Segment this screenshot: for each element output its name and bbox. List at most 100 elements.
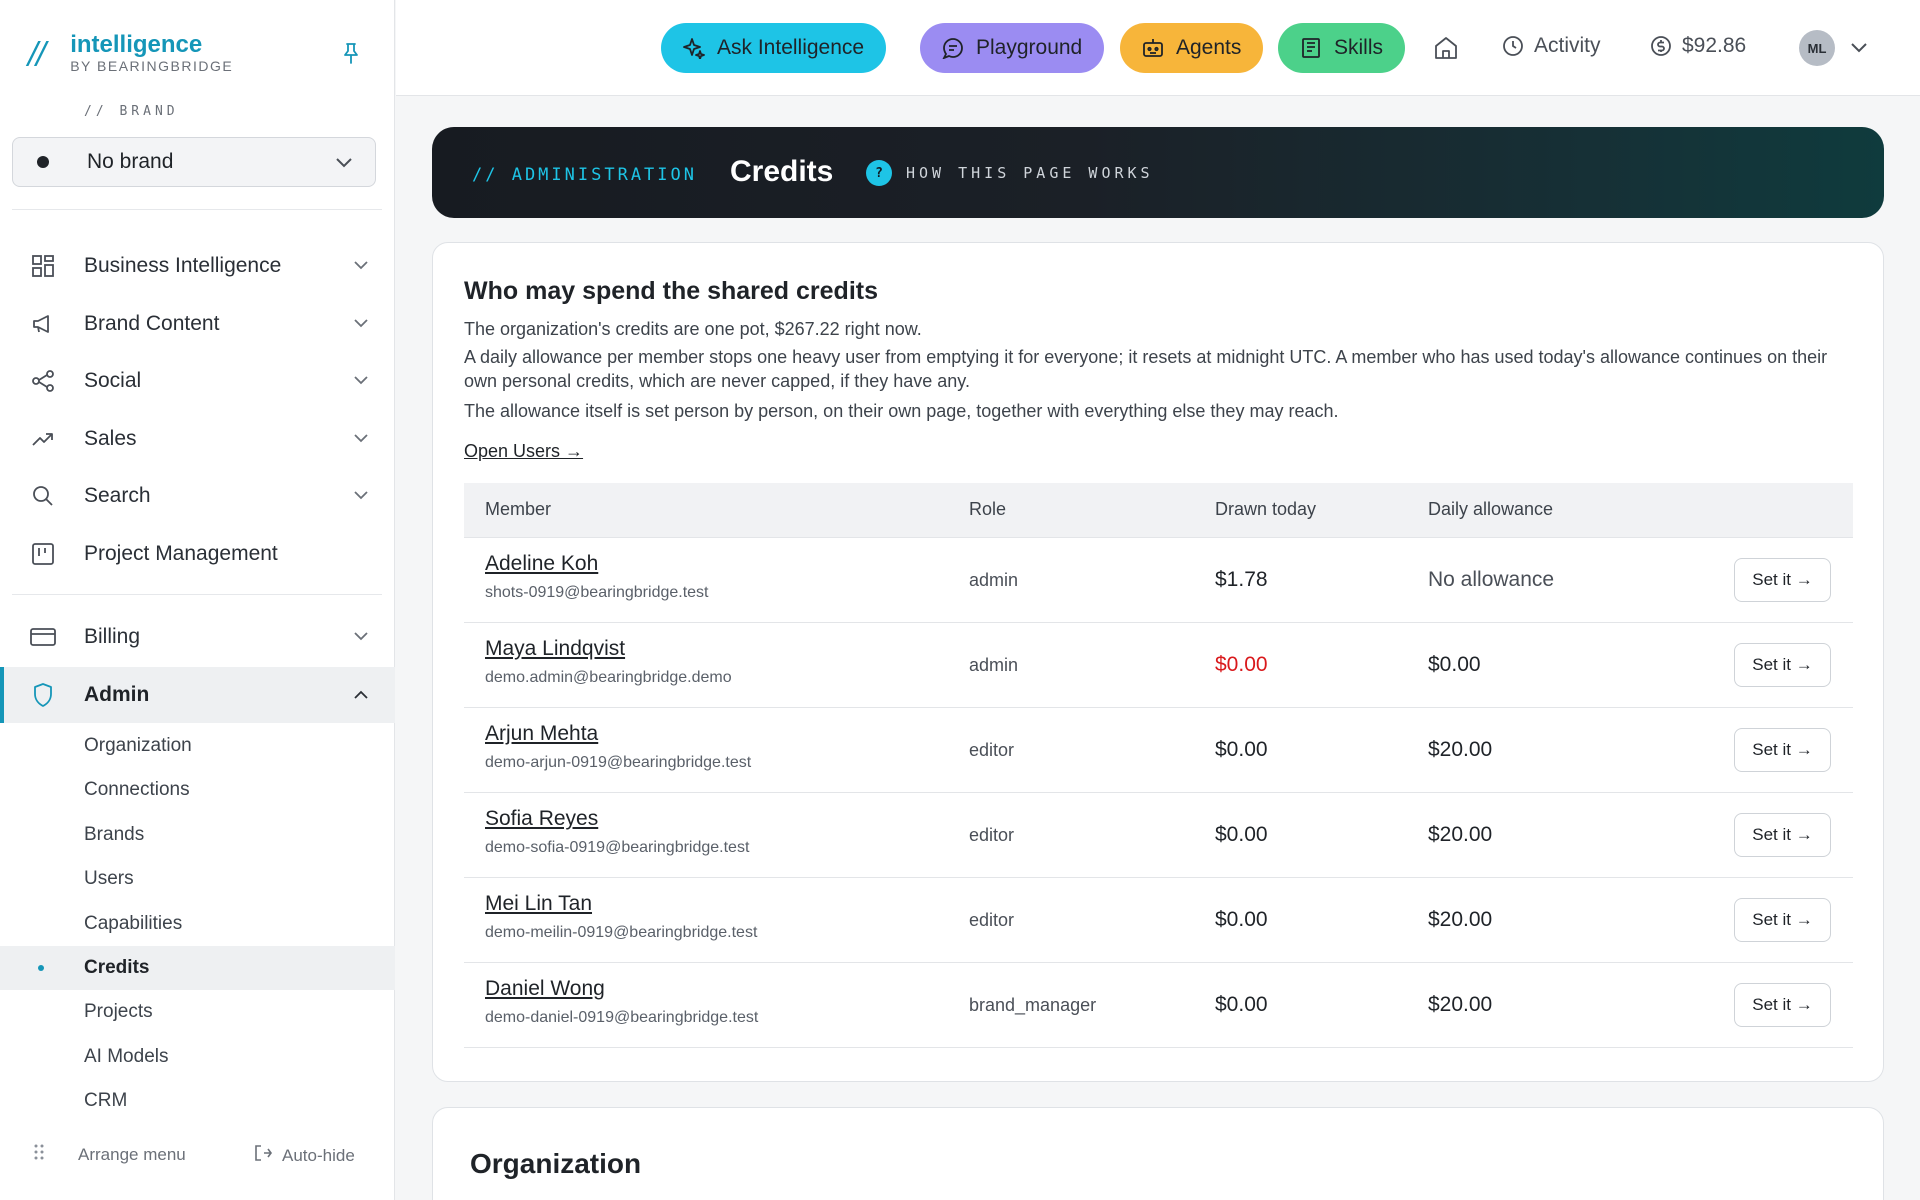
sidebar-item-billing[interactable]: Billing bbox=[0, 609, 395, 665]
set-allowance-button[interactable]: Set it → bbox=[1734, 813, 1831, 857]
kanban-icon bbox=[30, 541, 56, 567]
set-allowance-button[interactable]: Set it → bbox=[1734, 643, 1831, 687]
brand-dot-icon bbox=[37, 156, 49, 168]
daily-allowance-value: $20.00 bbox=[1428, 823, 1493, 846]
daily-allowance-value: $20.00 bbox=[1428, 738, 1493, 761]
card-description: A daily allowance per member stops one h… bbox=[464, 347, 1828, 391]
daily-allowance-value: $0.00 bbox=[1428, 653, 1481, 676]
member-email: demo-meilin-0919@bearingbridge.test bbox=[485, 924, 758, 941]
ask-intelligence-label: Ask Intelligence bbox=[717, 36, 865, 59]
sidebar-item-brand-content[interactable]: Brand Content bbox=[0, 296, 395, 352]
chevron-down-icon bbox=[335, 156, 353, 174]
avatar[interactable]: ML bbox=[1799, 30, 1835, 66]
playground-button[interactable]: Playground bbox=[920, 23, 1105, 73]
sidebar-item-label: Billing bbox=[84, 625, 141, 648]
sidebar-subitem-projects[interactable]: Projects bbox=[0, 990, 395, 1034]
daily-allowance-value: $20.00 bbox=[1428, 993, 1493, 1016]
sidebar-subitem-organization[interactable]: Organization bbox=[0, 724, 395, 768]
sidebar-item-project-management[interactable]: Project Management bbox=[0, 526, 395, 582]
sidebar-subitem-label: Capabilities bbox=[84, 913, 183, 934]
member-name-link[interactable]: Maya Lindqvist bbox=[485, 637, 732, 661]
card-description: The allowance itself is set person by pe… bbox=[464, 401, 1339, 421]
sidebar-item-admin[interactable]: Admin bbox=[0, 667, 395, 723]
sidebar: // intelligence BY BEARINGBRIDGE // BRAN… bbox=[0, 0, 395, 1200]
sidebar-subitem-label: CRM bbox=[84, 1090, 128, 1111]
open-users-link[interactable]: Open Users → bbox=[464, 441, 583, 462]
set-allowance-button[interactable]: Set it → bbox=[1734, 728, 1831, 772]
sidebar-item-label: Project Management bbox=[84, 542, 278, 565]
column-header-member[interactable]: Member bbox=[485, 499, 551, 520]
how-this-page-works-link[interactable]: ? HOW THIS PAGE WORKS bbox=[866, 160, 1154, 186]
arrange-menu-button[interactable]: Arrange menu bbox=[34, 1144, 186, 1165]
sidebar-subitem-label: Users bbox=[84, 868, 134, 889]
member-role: editor bbox=[969, 825, 1015, 845]
pin-icon[interactable] bbox=[342, 42, 362, 66]
member-role: brand_manager bbox=[969, 995, 1097, 1015]
sidebar-item-label: Admin bbox=[84, 683, 150, 706]
agents-label: Agents bbox=[1176, 36, 1242, 59]
sidebar-item-business-intelligence[interactable]: Business Intelligence bbox=[0, 238, 395, 294]
sidebar-subitem-connections[interactable]: Connections bbox=[0, 768, 395, 812]
sidebar-subitem-label: Credits bbox=[84, 957, 150, 978]
arrange-menu-label: Arrange menu bbox=[78, 1144, 186, 1164]
megaphone-icon bbox=[30, 311, 56, 337]
sidebar-subitem-label: Brands bbox=[84, 824, 145, 845]
drawn-today-value: $0.00 bbox=[1215, 993, 1268, 1016]
book-icon bbox=[1302, 38, 1320, 58]
sparkle-icon bbox=[683, 38, 705, 59]
sidebar-subitem-users[interactable]: Users bbox=[0, 857, 395, 901]
ask-intelligence-button[interactable]: Ask Intelligence bbox=[661, 23, 887, 73]
column-header-daily-allowance[interactable]: Daily allowance bbox=[1428, 499, 1553, 520]
table-row: Adeline Koh shots-0919@bearingbridge.test… bbox=[464, 538, 1853, 623]
table-row: Daniel Wong demo-daniel-0919@bearingbridg… bbox=[464, 963, 1853, 1048]
agents-button[interactable]: Agents bbox=[1120, 23, 1264, 73]
brand-select[interactable]: No brand bbox=[12, 137, 376, 187]
logo-mark-icon: // bbox=[28, 36, 46, 71]
page-title: Credits bbox=[730, 155, 834, 188]
sidebar-item-social[interactable]: Social bbox=[0, 353, 395, 409]
activity-link[interactable]: Activity bbox=[1502, 34, 1601, 58]
share-icon bbox=[30, 368, 56, 394]
column-header-drawn-today[interactable]: Drawn today bbox=[1215, 499, 1316, 520]
sidebar-subitem-brands[interactable]: Brands bbox=[0, 813, 395, 857]
member-email: demo-daniel-0919@bearingbridge.test bbox=[485, 1009, 759, 1026]
drawn-today-value: $0.00 bbox=[1215, 653, 1268, 676]
sidebar-item-search[interactable]: Search bbox=[0, 468, 395, 524]
drawn-today-value: $0.00 bbox=[1215, 738, 1268, 761]
table-header: Member Role Drawn today Daily allowance bbox=[464, 483, 1853, 538]
set-allowance-button[interactable]: Set it → bbox=[1734, 558, 1831, 602]
home-icon[interactable] bbox=[1433, 35, 1459, 66]
balance-link[interactable]: $92.86 bbox=[1650, 34, 1746, 58]
member-name-link[interactable]: Mei Lin Tan bbox=[485, 892, 757, 916]
auto-hide-button[interactable]: Auto-hide bbox=[254, 1144, 355, 1167]
sidebar-subitem-ai-models[interactable]: AI Models bbox=[0, 1035, 395, 1079]
member-name-link[interactable]: Adeline Koh bbox=[485, 552, 709, 576]
dollar-circle-icon bbox=[1651, 36, 1671, 56]
sidebar-subitem-label: AI Models bbox=[84, 1046, 169, 1067]
brand-select-value: No brand bbox=[87, 150, 174, 173]
drawn-today-value: $0.00 bbox=[1215, 908, 1268, 931]
sidebar-subitem-crm[interactable]: CRM bbox=[0, 1079, 395, 1123]
skills-button[interactable]: Skills bbox=[1278, 23, 1406, 73]
search-icon bbox=[30, 483, 56, 509]
sidebar-subitem-credits[interactable]: Credits bbox=[0, 946, 395, 990]
column-header-role[interactable]: Role bbox=[969, 499, 1006, 520]
chat-bubble-icon bbox=[942, 38, 963, 59]
chevron-down-icon[interactable] bbox=[1851, 40, 1867, 58]
sidebar-item-label: Brand Content bbox=[84, 312, 220, 335]
set-allowance-button[interactable]: Set it → bbox=[1734, 898, 1831, 942]
drawn-today-value: $0.00 bbox=[1215, 823, 1268, 846]
divider bbox=[12, 209, 382, 210]
member-name-link[interactable]: Sofia Reyes bbox=[485, 807, 749, 831]
member-name-link[interactable]: Daniel Wong bbox=[485, 977, 758, 1001]
set-allowance-button[interactable]: Set it → bbox=[1734, 983, 1831, 1027]
member-name-link[interactable]: Arjun Mehta bbox=[485, 722, 751, 746]
active-indicator bbox=[0, 667, 4, 723]
sidebar-subitem-capabilities[interactable]: Capabilities bbox=[0, 902, 395, 946]
app-logo[interactable]: // intelligence BY BEARINGBRIDGE bbox=[28, 32, 233, 75]
drag-handle-icon bbox=[34, 1144, 44, 1165]
sidebar-item-sales[interactable]: Sales bbox=[0, 411, 395, 467]
brand-label: // BRAND bbox=[84, 104, 179, 119]
organization-card: Organization bbox=[432, 1107, 1884, 1200]
sidebar-item-label: Business Intelligence bbox=[84, 254, 282, 277]
